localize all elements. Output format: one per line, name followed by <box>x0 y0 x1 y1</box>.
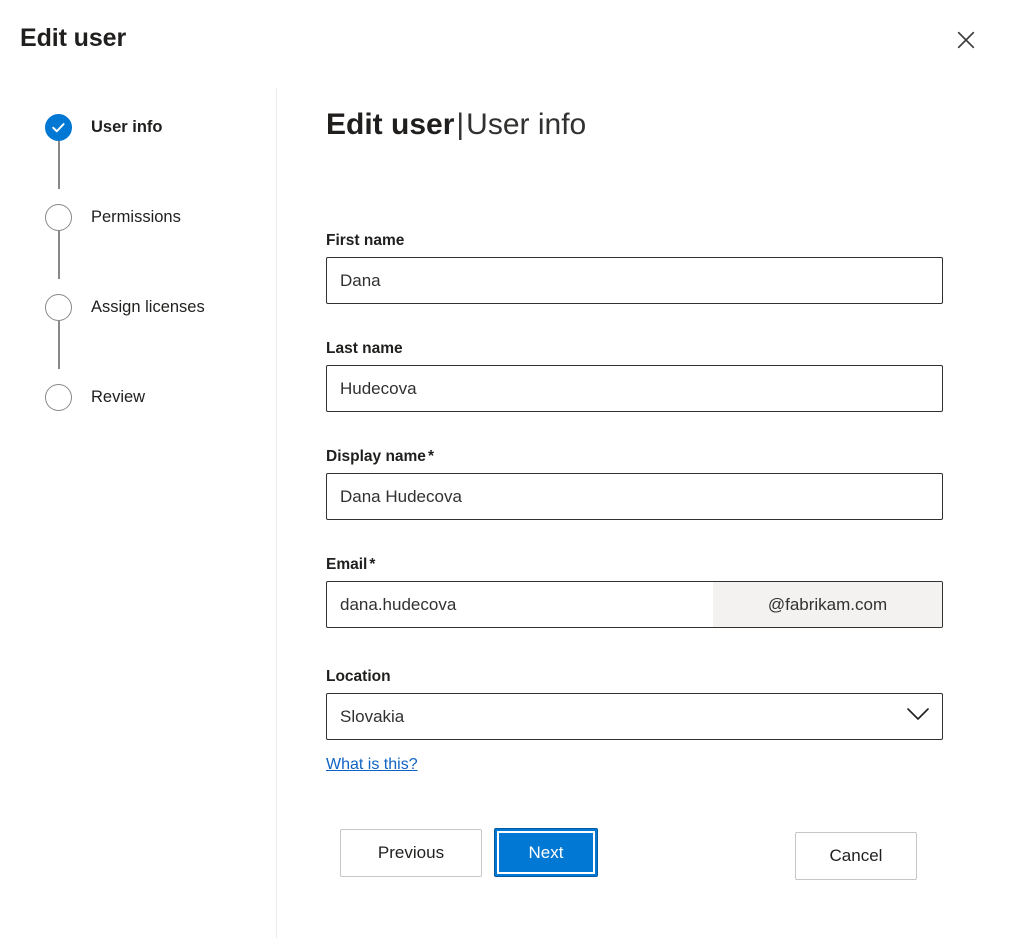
last-name-input[interactable] <box>326 365 943 412</box>
next-button-label: Next <box>529 843 564 863</box>
step-label-permissions: Permissions <box>91 208 181 227</box>
what-is-this-link[interactable]: What is this? <box>326 756 418 774</box>
label-last-name: Last name <box>326 340 943 358</box>
label-display-name: Display name* <box>326 448 943 466</box>
label-location: Location <box>326 668 943 686</box>
stepper-sidebar: User info Permissions Assign licenses Re… <box>0 88 276 940</box>
step-review[interactable]: Review <box>45 383 145 411</box>
previous-button[interactable]: Previous <box>340 829 482 877</box>
field-location: Location Slovakia <box>326 668 943 740</box>
step-connector-2 <box>58 231 60 279</box>
field-display-name: Display name* <box>326 448 943 520</box>
close-icon <box>956 30 976 50</box>
cancel-button-label: Cancel <box>830 846 883 866</box>
field-first-name: First name <box>326 232 943 304</box>
email-domain-suffix: @fabrikam.com <box>713 582 942 627</box>
required-asterisk: * <box>428 448 434 465</box>
email-input-group: @fabrikam.com <box>326 581 943 628</box>
next-button[interactable]: Next <box>494 828 598 877</box>
content-heading-strong: Edit user <box>326 108 454 141</box>
sidebar-divider <box>276 88 277 938</box>
content-heading-light: User info <box>466 108 586 141</box>
field-last-name: Last name <box>326 340 943 412</box>
step-label-user-info: User info <box>91 118 163 137</box>
display-name-input[interactable] <box>326 473 943 520</box>
label-first-name: First name <box>326 232 943 250</box>
empty-circle-icon <box>45 204 72 231</box>
empty-circle-icon <box>45 384 72 411</box>
content-heading-separator: | <box>454 108 466 141</box>
step-assign-licenses[interactable]: Assign licenses <box>45 293 205 321</box>
location-select-value: Slovakia <box>340 707 404 727</box>
label-email: Email* <box>326 556 943 574</box>
label-email-text: Email <box>326 556 367 573</box>
step-connector-3 <box>58 321 60 369</box>
field-email: Email* @fabrikam.com <box>326 556 943 628</box>
panel-header: Edit user <box>0 0 1014 80</box>
step-label-assign-licenses: Assign licenses <box>91 298 205 317</box>
step-permissions[interactable]: Permissions <box>45 203 181 231</box>
step-user-info[interactable]: User info <box>45 113 163 141</box>
check-circle-icon <box>45 114 72 141</box>
close-button[interactable] <box>944 18 988 62</box>
cancel-button[interactable]: Cancel <box>795 832 917 880</box>
location-select[interactable]: Slovakia <box>326 693 943 740</box>
page-title: Edit user <box>20 24 126 53</box>
content-heading: Edit user|User info <box>326 108 586 142</box>
empty-circle-icon <box>45 294 72 321</box>
required-asterisk: * <box>369 556 375 573</box>
previous-button-label: Previous <box>378 843 444 863</box>
step-label-review: Review <box>91 388 145 407</box>
step-connector-1 <box>58 141 60 189</box>
label-display-name-text: Display name <box>326 448 426 465</box>
email-input[interactable] <box>327 582 713 627</box>
first-name-input[interactable] <box>326 257 943 304</box>
location-select-wrap: Slovakia <box>326 693 943 740</box>
